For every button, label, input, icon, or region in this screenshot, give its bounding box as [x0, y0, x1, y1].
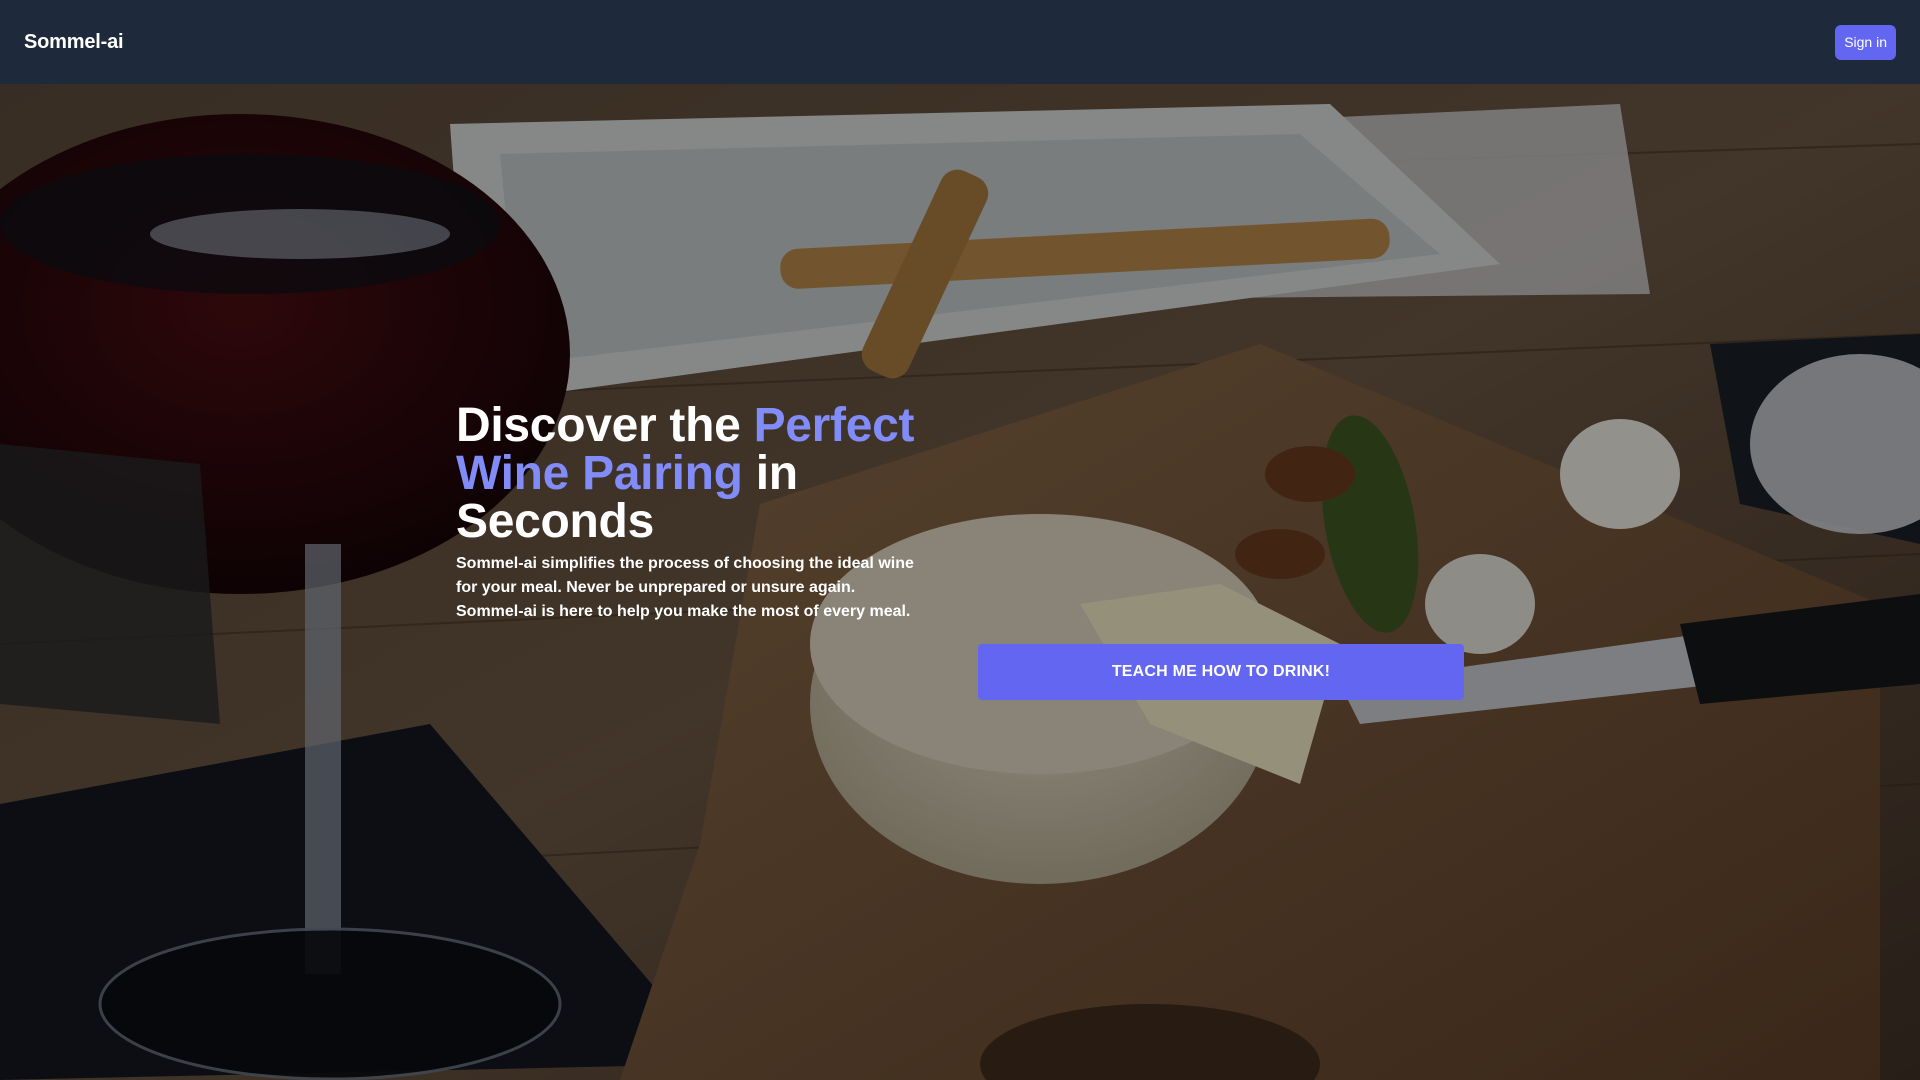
hero-dark-overlay [0, 84, 1920, 1080]
hero-headline: Discover the Perfect Wine Pairing in Sec… [456, 402, 936, 546]
top-navbar: Sommel-ai Sign in [0, 0, 1920, 84]
hero-description: Sommel-ai simplifies the process of choo… [456, 555, 914, 620]
headline-text-start: Discover the [456, 399, 754, 452]
brand-logo-text[interactable]: Sommel-ai [24, 31, 124, 54]
hero-content: Discover the Perfect Wine Pairing in Sec… [456, 402, 936, 624]
teach-me-cta-button[interactable]: TEACH ME HOW TO DRINK! [978, 644, 1464, 700]
hero-section [0, 84, 1920, 1080]
sign-in-button[interactable]: Sign in [1835, 24, 1896, 60]
